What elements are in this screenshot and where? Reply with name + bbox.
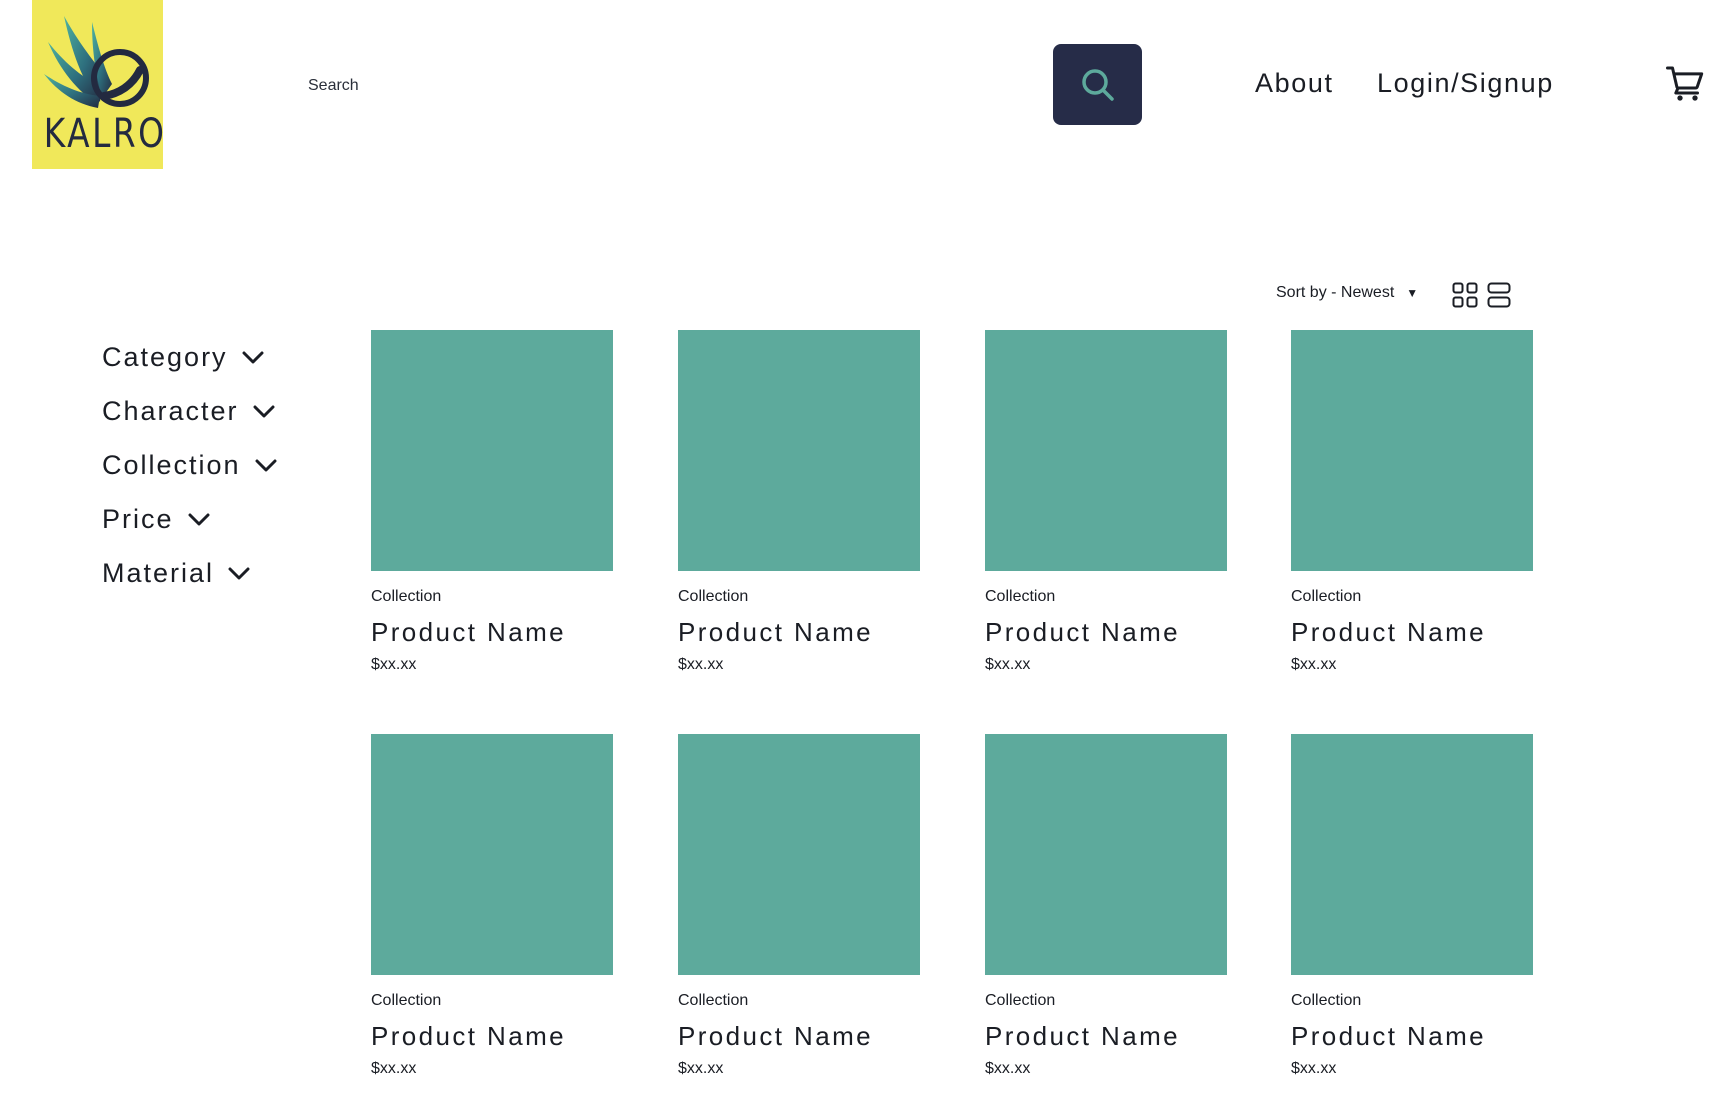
product-collection: Collection bbox=[678, 992, 749, 1009]
product-card[interactable]: Collection Product Name $xx.xx bbox=[985, 330, 1227, 673]
filter-category[interactable]: Category bbox=[102, 330, 277, 384]
chevron-down-icon bbox=[228, 567, 250, 580]
product-name[interactable]: Product Name bbox=[371, 619, 613, 645]
list-view-icon bbox=[1487, 282, 1511, 308]
product-card[interactable]: Collection Product Name $xx.xx bbox=[1291, 734, 1533, 1077]
wing-logo-icon bbox=[44, 16, 149, 108]
product-price: $xx.xx bbox=[985, 1060, 1031, 1077]
sort-label: Sort by - Newest bbox=[1276, 284, 1395, 301]
search-icon bbox=[1081, 68, 1114, 101]
filter-collection[interactable]: Collection bbox=[102, 438, 277, 492]
product-image[interactable] bbox=[1291, 734, 1533, 975]
product-price: $xx.xx bbox=[371, 1060, 417, 1077]
product-card[interactable]: Collection Product Name $xx.xx bbox=[678, 330, 920, 673]
chevron-down-icon bbox=[255, 459, 277, 472]
grid-view-icon bbox=[1452, 282, 1478, 308]
product-collection: Collection bbox=[1291, 588, 1362, 605]
logo-text: KALRO bbox=[43, 111, 167, 157]
chevron-down-icon bbox=[188, 513, 210, 526]
product-price: $xx.xx bbox=[985, 656, 1031, 673]
product-name[interactable]: Product Name bbox=[1291, 619, 1533, 645]
product-name[interactable]: Product Name bbox=[1291, 1023, 1533, 1049]
filter-label: Material bbox=[102, 557, 215, 588]
product-image[interactable] bbox=[985, 734, 1227, 975]
nav-login-signup-link[interactable]: Login/Signup bbox=[1377, 70, 1554, 97]
product-price: $xx.xx bbox=[371, 656, 417, 673]
product-price: $xx.xx bbox=[678, 656, 724, 673]
product-collection: Collection bbox=[678, 588, 749, 605]
product-image[interactable] bbox=[985, 330, 1227, 571]
filter-material[interactable]: Material bbox=[102, 546, 277, 600]
logo[interactable]: KALRO bbox=[32, 0, 167, 169]
product-image[interactable] bbox=[371, 734, 613, 975]
product-name[interactable]: Product Name bbox=[371, 1023, 613, 1049]
chevron-down-icon bbox=[242, 351, 264, 364]
product-price: $xx.xx bbox=[1291, 1060, 1337, 1077]
filter-price[interactable]: Price bbox=[102, 492, 277, 546]
product-image[interactable] bbox=[371, 330, 613, 571]
product-name[interactable]: Product Name bbox=[985, 1023, 1227, 1049]
product-name[interactable]: Product Name bbox=[678, 619, 920, 645]
search-button[interactable] bbox=[1053, 44, 1142, 125]
product-collection: Collection bbox=[985, 992, 1056, 1009]
cart-icon bbox=[1666, 66, 1704, 101]
product-collection: Collection bbox=[1291, 992, 1362, 1009]
product-image[interactable] bbox=[678, 734, 920, 975]
product-name[interactable]: Product Name bbox=[678, 1023, 920, 1049]
product-price: $xx.xx bbox=[678, 1060, 724, 1077]
product-card[interactable]: Collection Product Name $xx.xx bbox=[371, 734, 613, 1077]
product-card[interactable]: Collection Product Name $xx.xx bbox=[985, 734, 1227, 1077]
search-input[interactable] bbox=[300, 64, 1036, 108]
filter-character[interactable]: Character bbox=[102, 384, 277, 438]
chevron-down-icon bbox=[253, 405, 275, 418]
product-image[interactable] bbox=[1291, 330, 1533, 571]
nav-about-link[interactable]: About bbox=[1255, 70, 1334, 97]
filter-sidebar: Category Character Collection Price Mate… bbox=[102, 330, 277, 600]
sort-dropdown[interactable]: Sort by - Newest ▼ bbox=[1276, 284, 1418, 302]
product-card[interactable]: Collection Product Name $xx.xx bbox=[371, 330, 613, 673]
filter-label: Character bbox=[102, 395, 239, 426]
grid-view-button[interactable] bbox=[1452, 282, 1478, 313]
list-view-button[interactable] bbox=[1487, 282, 1511, 313]
product-collection: Collection bbox=[371, 992, 442, 1009]
filter-label: Category bbox=[102, 341, 228, 372]
product-collection: Collection bbox=[985, 588, 1056, 605]
product-card[interactable]: Collection Product Name $xx.xx bbox=[678, 734, 920, 1077]
product-card[interactable]: Collection Product Name $xx.xx bbox=[1291, 330, 1533, 673]
product-image[interactable] bbox=[678, 330, 920, 571]
filter-label: Collection bbox=[102, 449, 241, 480]
product-price: $xx.xx bbox=[1291, 656, 1337, 673]
caret-down-icon: ▼ bbox=[1406, 286, 1419, 300]
product-name[interactable]: Product Name bbox=[985, 619, 1227, 645]
cart-button[interactable] bbox=[1665, 63, 1705, 103]
product-collection: Collection bbox=[371, 588, 442, 605]
filter-label: Price bbox=[102, 503, 174, 534]
